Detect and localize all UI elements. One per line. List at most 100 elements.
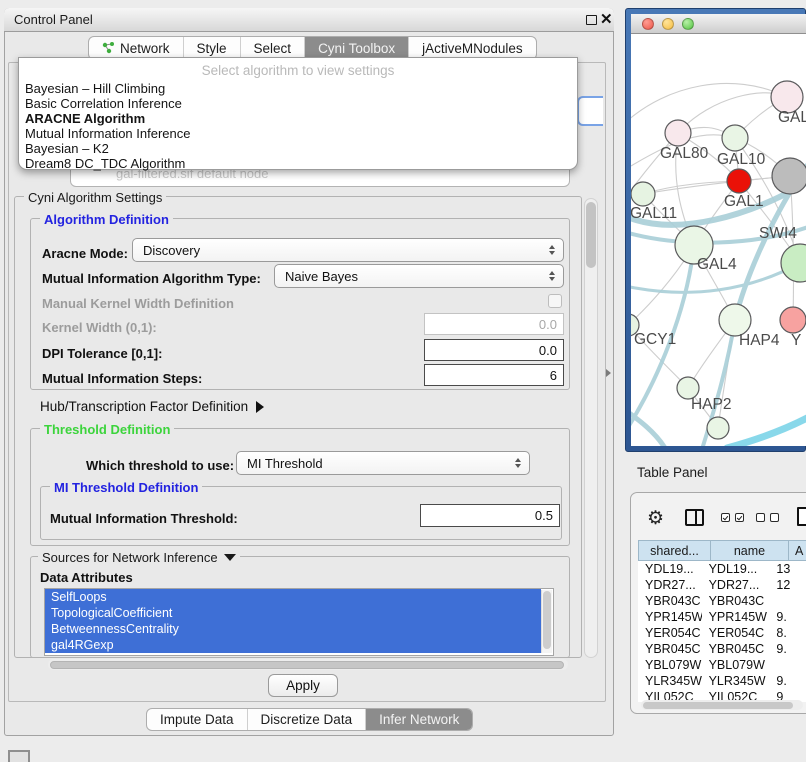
svg-text:GAL4: GAL4 — [697, 256, 737, 273]
table-row[interactable]: YBR045CYBR045C9. — [638, 641, 806, 657]
mi-steps-label: Mutual Information Steps: — [42, 371, 202, 386]
table-header-row: shared... name A — [638, 540, 806, 561]
table-body[interactable]: YDL19...YDL19...13 YDR27...YDR27...12 YB… — [638, 561, 806, 702]
list-scrollbar-thumb[interactable] — [543, 591, 551, 649]
network-icon — [102, 42, 115, 54]
mi-steps-field[interactable]: 6 — [424, 364, 564, 386]
minimized-panel-icon[interactable] — [8, 750, 30, 762]
dropdown-item[interactable]: Dream8 DC_TDC Algorithm — [25, 156, 185, 171]
aracne-mode-combo[interactable]: Discovery — [132, 238, 564, 262]
tab-discretize-data[interactable]: Discretize Data — [248, 709, 367, 730]
settings-horizontal-scrollbar-thumb[interactable] — [50, 661, 564, 669]
manual-kernel-width-checkbox[interactable] — [548, 294, 562, 308]
table-row[interactable]: YDL19...YDL19...13 — [638, 561, 806, 577]
data-attributes-list[interactable]: SelfLoops TopologicalCoefficient Between… — [44, 588, 554, 656]
control-panel-titlebar[interactable] — [4, 8, 614, 32]
dropdown-item[interactable]: Bayesian – K2 — [25, 141, 109, 156]
svg-text:Y: Y — [791, 332, 801, 349]
table-row[interactable]: YBL079WYBL079W — [638, 657, 806, 673]
panel-divider-collapse-icon[interactable] — [606, 369, 611, 377]
zoom-traffic-light-icon[interactable] — [682, 18, 694, 30]
list-item[interactable]: BetweennessCentrality — [45, 621, 541, 637]
which-threshold-label: Which threshold to use: — [86, 458, 234, 473]
select-all-checkbox-icon[interactable] — [735, 513, 744, 522]
table-row[interactable]: YBR043CYBR043C — [638, 593, 806, 609]
list-item[interactable]: TopologicalCoefficient — [45, 605, 541, 621]
mi-threshold-field[interactable]: 0.5 — [420, 504, 560, 527]
table-row[interactable]: YPR145WYPR145W9. — [638, 609, 806, 625]
mi-algorithm-type-label: Mutual Information Algorithm Type: — [42, 271, 261, 286]
node-swi4 — [781, 244, 806, 282]
deselect-all-checkbox-icon[interactable] — [756, 513, 765, 522]
tab-impute-data[interactable]: Impute Data — [147, 709, 248, 730]
list-item[interactable]: SelfLoops — [45, 589, 541, 605]
which-threshold-combo[interactable]: MI Threshold — [236, 451, 530, 475]
dropdown-placeholder: Select algorithm to view settings — [19, 63, 577, 78]
table-panel-title: Table Panel — [637, 465, 708, 480]
tab-style[interactable]: Style — [184, 37, 241, 59]
svg-text:GAL11: GAL11 — [631, 205, 677, 222]
svg-text:GAL: GAL — [778, 109, 806, 126]
dropdown-item[interactable]: Basic Correlation Inference — [25, 96, 182, 111]
minimize-traffic-light-icon[interactable] — [662, 18, 674, 30]
select-all-checkbox-icon[interactable] — [721, 513, 730, 522]
tab-cyni-toolbox[interactable]: Cyni Toolbox — [305, 37, 409, 59]
mi-threshold-label: Mutual Information Threshold: — [50, 511, 238, 526]
settings-gear-icon[interactable]: ⚙ — [647, 507, 664, 530]
hub-definition-toggle[interactable]: Hub/Transcription Factor Definition — [40, 399, 264, 414]
kernel-width-label: Kernel Width (0,1): — [42, 320, 157, 335]
combo-stepper-icon — [515, 458, 521, 468]
svg-text:GAL1: GAL1 — [724, 193, 764, 210]
sources-toggle[interactable]: Sources for Network Inference — [38, 550, 240, 565]
close-icon[interactable]: ✕ — [600, 10, 613, 28]
svg-text:HAP4: HAP4 — [739, 332, 780, 349]
svg-text:GAL10: GAL10 — [717, 151, 766, 168]
table-row[interactable]: YLR345WYLR345W9. — [638, 673, 806, 689]
close-traffic-light-icon[interactable] — [642, 18, 654, 30]
kernel-width-field[interactable]: 0.0 — [424, 313, 564, 335]
tab-jactivemnodules[interactable]: jActiveMNodules — [409, 37, 536, 59]
apply-button[interactable]: Apply — [268, 674, 338, 697]
screen: Control Panel ✕ Network Style Select Cyn… — [0, 0, 806, 762]
node-gal80 — [665, 120, 691, 146]
dropdown-item-highlighted[interactable]: ARACNE Algorithm — [25, 111, 145, 126]
threshold-definition-title: Threshold Definition — [40, 422, 174, 437]
tab-network-label: Network — [120, 41, 170, 56]
column-header[interactable]: name — [710, 540, 788, 561]
node-gal11 — [631, 182, 655, 206]
expand-arrow-icon — [256, 401, 264, 413]
tab-infer-network[interactable]: Infer Network — [366, 709, 472, 730]
split-columns-icon[interactable] — [685, 509, 704, 526]
deselect-all-checkbox-icon[interactable] — [770, 513, 779, 522]
svg-text:HAP2: HAP2 — [691, 396, 732, 413]
document-icon[interactable] — [797, 507, 806, 526]
dpi-tolerance-label: DPI Tolerance [0,1]: — [42, 346, 162, 361]
network-canvas[interactable]: GAL GAL80 GAL10 GAL1 GAL11 SWI4 GAL4 GCY… — [631, 34, 806, 446]
dpi-tolerance-field[interactable]: 0.0 — [424, 339, 564, 361]
list-item[interactable]: gal4RGexp — [45, 637, 541, 653]
tab-select[interactable]: Select — [241, 37, 306, 59]
network-window-titlebar[interactable] — [631, 14, 806, 34]
float-window-icon[interactable] — [586, 15, 597, 25]
inference-algorithm-combo-fragment[interactable] — [577, 96, 603, 126]
settings-vertical-scrollbar-thumb[interactable] — [586, 202, 596, 268]
dropdown-item[interactable]: Mutual Information Inference — [25, 126, 190, 141]
combo-stepper-icon — [549, 245, 555, 255]
column-header[interactable]: A — [788, 540, 806, 561]
algorithm-definition-title: Algorithm Definition — [40, 212, 173, 227]
tab-network[interactable]: Network — [89, 37, 184, 59]
column-header[interactable]: shared... — [638, 540, 710, 561]
table-row[interactable]: YDR27...YDR27...12 — [638, 577, 806, 593]
node-salmon — [780, 307, 806, 333]
svg-text:GAL80: GAL80 — [660, 145, 709, 162]
control-panel-title: Control Panel — [14, 12, 93, 27]
mi-algorithm-type-combo[interactable]: Naive Bayes — [274, 264, 564, 288]
svg-text:SWI4: SWI4 — [759, 225, 797, 242]
data-attributes-label: Data Attributes — [40, 570, 133, 585]
svg-text:GCY1: GCY1 — [634, 331, 676, 348]
dropdown-item[interactable]: Bayesian – Hill Climbing — [25, 81, 165, 96]
table-horizontal-scrollbar-thumb[interactable] — [643, 702, 793, 709]
manual-kernel-width-label: Manual Kernel Width Definition — [42, 296, 234, 311]
aracne-mode-label: Aracne Mode: — [42, 246, 128, 261]
table-row[interactable]: YER054CYER054C8. — [638, 625, 806, 641]
